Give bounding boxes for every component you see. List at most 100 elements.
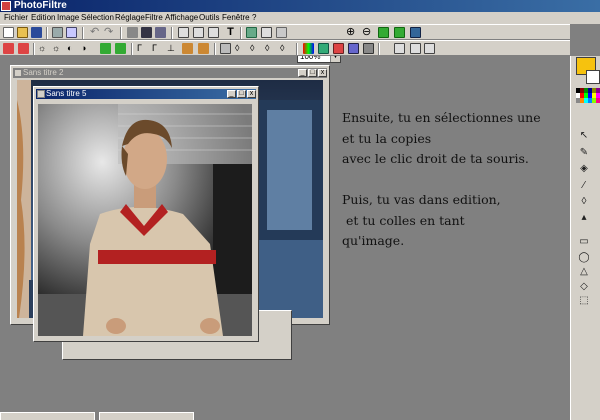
menu-fichier[interactable]: Fichier <box>4 12 28 24</box>
color-palette[interactable] <box>576 88 600 108</box>
window-icon <box>14 69 22 77</box>
color-balance-icon[interactable] <box>182 43 193 54</box>
gallery-icon[interactable] <box>276 27 287 38</box>
brightness-icon[interactable]: ☼ <box>38 43 49 54</box>
menu-outils[interactable]: Outils <box>199 12 219 24</box>
undo-icon[interactable]: ↶ <box>90 27 101 38</box>
copy-icon[interactable] <box>141 27 152 38</box>
window-title: Sans titre 5 <box>46 89 87 98</box>
crop-icon[interactable] <box>261 27 272 38</box>
image-size-icon[interactable] <box>193 27 204 38</box>
close-icon[interactable]: x <box>247 90 256 98</box>
polygon-icon[interactable]: △ <box>578 266 590 278</box>
rectangle-icon[interactable]: ▭ <box>578 236 590 248</box>
saturation-icon[interactable] <box>100 43 111 54</box>
gamma-up-icon[interactable]: Γ <box>137 43 148 54</box>
close-icon[interactable]: x <box>318 69 327 77</box>
contrast-auto-icon[interactable] <box>18 43 29 54</box>
brightness-down-icon[interactable]: ☼ <box>52 43 63 54</box>
rotate-icon[interactable] <box>424 43 435 54</box>
app-title: PhotoFiltre <box>14 0 67 11</box>
instruction-line: qu'image. <box>342 233 405 248</box>
maximize-icon[interactable]: □ <box>237 90 246 98</box>
variations-icon[interactable] <box>318 43 329 54</box>
effects-icon[interactable] <box>348 43 359 54</box>
redo-icon[interactable]: ↷ <box>104 27 115 38</box>
image-window-front[interactable]: Sans titre 5 _ □ x <box>33 86 259 342</box>
fit-icon[interactable] <box>378 27 389 38</box>
texture-icon[interactable] <box>363 43 374 54</box>
menu-reglage[interactable]: Réglage <box>115 12 145 24</box>
save-icon[interactable] <box>31 27 42 38</box>
preview-icon[interactable] <box>66 27 77 38</box>
ellipse-icon[interactable]: ◯ <box>578 252 590 264</box>
toolbar-separator <box>46 27 48 39</box>
secondary-color-swatch[interactable] <box>586 70 600 84</box>
sharpen-icon[interactable]: ◊ <box>250 43 261 54</box>
taskbar-segment <box>99 412 194 420</box>
contrast-down-icon[interactable]: ◑ <box>81 43 92 54</box>
maximize-icon[interactable]: □ <box>308 69 317 77</box>
tutorial-instructions: Ensuite, tu en sélectionnes une et tu la… <box>342 108 567 252</box>
app-icon <box>1 1 11 11</box>
eraser-icon[interactable]: ◊ <box>578 196 590 208</box>
new-icon[interactable] <box>3 27 14 38</box>
grayscale-icon[interactable] <box>220 43 231 54</box>
stamp-icon[interactable]: ▴ <box>578 212 590 224</box>
flip-vertical-icon[interactable] <box>410 43 421 54</box>
instruction-line: Puis, tu vas dans edition, <box>342 192 501 207</box>
levels-icon[interactable]: ⊥ <box>167 43 178 54</box>
print-icon[interactable] <box>52 27 63 38</box>
menu-image[interactable]: Image <box>57 12 79 24</box>
menu-help[interactable]: ? <box>252 12 256 24</box>
fill-icon[interactable]: ◈ <box>578 163 590 175</box>
hue-icon[interactable] <box>198 43 209 54</box>
eyedropper-icon[interactable]: ✎ <box>578 147 590 159</box>
actual-size-icon[interactable] <box>394 27 405 38</box>
menu-edition[interactable]: Edition <box>31 12 55 24</box>
instruction-line: et tu la copies <box>342 130 432 146</box>
rgb-auto-icon[interactable] <box>3 43 14 54</box>
zoom-in-icon[interactable]: ⊕ <box>346 27 357 38</box>
transform-icon[interactable] <box>246 27 257 38</box>
window-titlebar: Sans titre 2 _ □ x <box>13 68 327 78</box>
window-title: Sans titre 2 <box>23 68 64 77</box>
instruction-line: avec le clic droit de ta souris. <box>342 151 529 166</box>
taskbar-segment <box>0 412 95 420</box>
toolbar-separator <box>82 27 84 39</box>
blur-icon[interactable]: ◊ <box>235 43 246 54</box>
window-icon <box>37 90 45 98</box>
noise-icon[interactable]: ◊ <box>280 43 291 54</box>
menu-filtre[interactable]: Filtre <box>145 12 163 24</box>
toolbar-separator <box>131 43 133 55</box>
text-icon[interactable]: T <box>225 27 236 38</box>
menu-selection[interactable]: Sélection <box>81 12 114 24</box>
zoom-out-icon[interactable]: ⊖ <box>362 27 373 38</box>
menu-bar: Fichier Edition Image Sélection Réglage … <box>0 12 600 24</box>
minimize-icon[interactable]: _ <box>298 69 307 77</box>
menu-affichage[interactable]: Affichage <box>165 12 198 24</box>
canvas-size-icon[interactable] <box>208 27 219 38</box>
lasso-icon[interactable]: ◇ <box>578 281 590 293</box>
contrast-up-icon[interactable]: ◐ <box>67 43 78 54</box>
flip-horizontal-icon[interactable] <box>394 43 405 54</box>
desaturate-icon[interactable] <box>115 43 126 54</box>
menu-fenetre[interactable]: Fenêtre <box>222 12 250 24</box>
gamma-down-icon[interactable]: Γ <box>152 43 163 54</box>
minimize-icon[interactable]: _ <box>227 90 236 98</box>
toolbar-separator <box>296 43 298 55</box>
fullscreen-icon[interactable] <box>410 27 421 38</box>
toolbar-separator <box>214 43 216 55</box>
soften-icon[interactable]: ◊ <box>265 43 276 54</box>
open-icon[interactable] <box>17 27 28 38</box>
image-canvas-front[interactable] <box>38 104 252 336</box>
instruction-line <box>342 170 567 191</box>
brush-icon[interactable]: ⁄ <box>578 180 590 192</box>
paste-icon[interactable] <box>155 27 166 38</box>
selection-arrow-icon[interactable]: ↖ <box>578 130 590 142</box>
palette-icon[interactable] <box>303 43 314 54</box>
color-replace-icon[interactable] <box>333 43 344 54</box>
duplicate-icon[interactable] <box>178 27 189 38</box>
magic-wand-icon[interactable]: ⬚ <box>578 295 590 307</box>
cut-icon[interactable] <box>127 27 138 38</box>
